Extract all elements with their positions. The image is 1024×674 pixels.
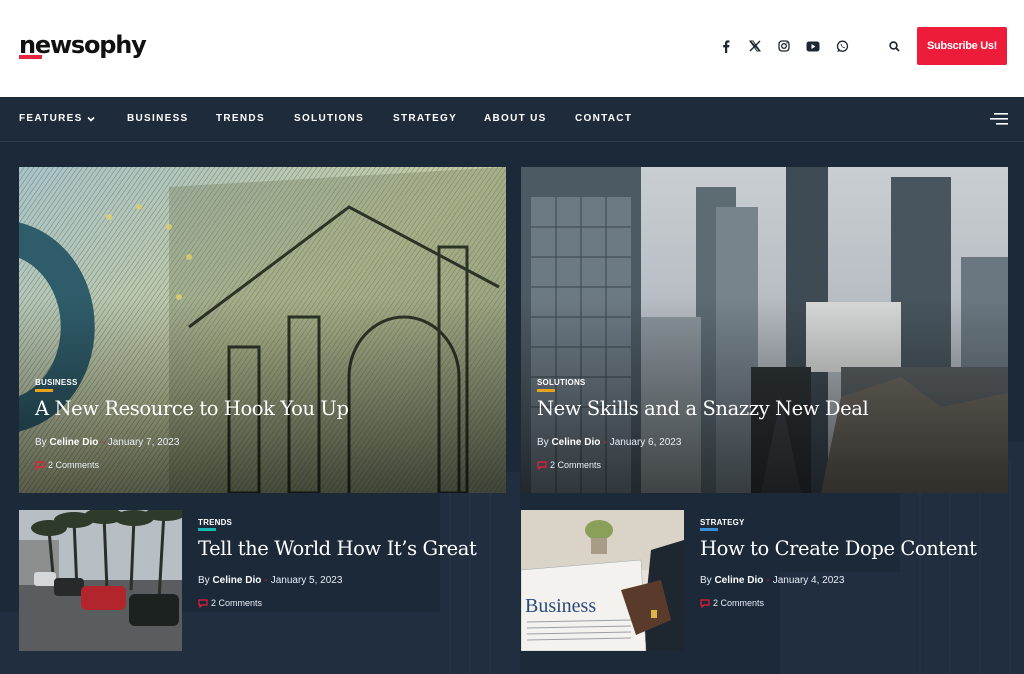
comment-icon bbox=[537, 460, 547, 470]
category-label[interactable]: SOLUTIONS bbox=[537, 378, 585, 387]
author-link[interactable]: Celine Dio bbox=[49, 437, 98, 448]
post-date: January 7, 2023 bbox=[107, 437, 180, 448]
category-label[interactable]: STRATEGY bbox=[700, 518, 745, 527]
comment-icon bbox=[700, 598, 710, 608]
x-twitter-icon[interactable] bbox=[747, 38, 763, 54]
featured-post-card[interactable]: SOLUTIONS New Skills and a Snazzy New De… bbox=[521, 167, 1008, 493]
category-accent-bar bbox=[537, 389, 555, 392]
post-meta: By Celine Dio - January 6, 2023 bbox=[537, 437, 682, 448]
post-meta: By Celine Dio - January 7, 2023 bbox=[35, 437, 180, 448]
comment-icon bbox=[198, 598, 208, 608]
main-navigation: FEATURES BUSINESS TRENDS SOLUTIONS STRAT… bbox=[0, 97, 1024, 142]
post-title[interactable]: How to Create Dope Content bbox=[700, 537, 977, 560]
nav-item-about-us[interactable]: ABOUT US bbox=[484, 113, 547, 124]
search-icon bbox=[888, 40, 900, 52]
post-thumbnail[interactable]: Business bbox=[521, 510, 684, 651]
nav-item-trends[interactable]: TRENDS bbox=[216, 113, 265, 124]
post-meta: By Celine Dio - January 4, 2023 bbox=[700, 575, 845, 586]
search-button[interactable] bbox=[886, 38, 902, 54]
nav-item-features[interactable]: FEATURES bbox=[19, 113, 95, 124]
nav-item-solutions[interactable]: SOLUTIONS bbox=[294, 113, 364, 124]
category-label[interactable]: TRENDS bbox=[198, 518, 232, 527]
category-accent-bar bbox=[700, 528, 718, 531]
category-label[interactable]: BUSINESS bbox=[35, 378, 78, 387]
subscribe-button[interactable]: Subscribe Us! bbox=[917, 27, 1007, 65]
comments-link[interactable]: 2 Comments bbox=[198, 598, 262, 608]
featured-post-card[interactable]: BUSINESS A New Resource to Hook You Up B… bbox=[19, 167, 506, 493]
nav-item-strategy[interactable]: STRATEGY bbox=[393, 113, 457, 124]
comment-icon bbox=[35, 460, 45, 470]
chevron-down-icon bbox=[86, 116, 95, 122]
nav-item-business[interactable]: BUSINESS bbox=[127, 113, 189, 124]
author-link[interactable]: Celine Dio bbox=[714, 575, 763, 586]
author-link[interactable]: Celine Dio bbox=[551, 437, 600, 448]
facebook-icon[interactable] bbox=[718, 38, 734, 54]
author-link[interactable]: Celine Dio bbox=[212, 575, 261, 586]
post-date: January 6, 2023 bbox=[609, 437, 682, 448]
svg-text:Business: Business bbox=[525, 595, 596, 617]
post-title[interactable]: New Skills and a Snazzy New Deal bbox=[537, 397, 869, 420]
post-title[interactable]: A New Resource to Hook You Up bbox=[35, 397, 349, 420]
hamburger-menu-icon[interactable] bbox=[990, 112, 1008, 126]
whatsapp-icon[interactable] bbox=[834, 38, 850, 54]
comments-link[interactable]: 2 Comments bbox=[35, 460, 99, 470]
palm-street-image bbox=[19, 510, 182, 651]
post-meta: By Celine Dio - January 5, 2023 bbox=[198, 575, 343, 586]
featured-posts-area: BUSINESS A New Resource to Hook You Up B… bbox=[0, 142, 1024, 674]
nav-item-label: FEATURES bbox=[19, 113, 83, 124]
instagram-icon[interactable] bbox=[776, 38, 792, 54]
comments-link[interactable]: 2 Comments bbox=[537, 460, 601, 470]
newspaper-image: Business bbox=[521, 510, 684, 651]
post-title[interactable]: Tell the World How It’s Great bbox=[198, 537, 477, 560]
comments-link[interactable]: 2 Comments bbox=[700, 598, 764, 608]
site-header: newsophy Subscribe Us! bbox=[0, 0, 1024, 97]
post-date: January 5, 2023 bbox=[270, 575, 343, 586]
logo-accent-bar bbox=[19, 55, 42, 59]
post-date: January 4, 2023 bbox=[772, 575, 845, 586]
youtube-icon[interactable] bbox=[805, 38, 821, 54]
post-thumbnail[interactable] bbox=[19, 510, 182, 651]
category-accent-bar bbox=[35, 389, 53, 392]
category-accent-bar bbox=[198, 528, 216, 531]
nav-item-contact[interactable]: CONTACT bbox=[575, 113, 632, 124]
